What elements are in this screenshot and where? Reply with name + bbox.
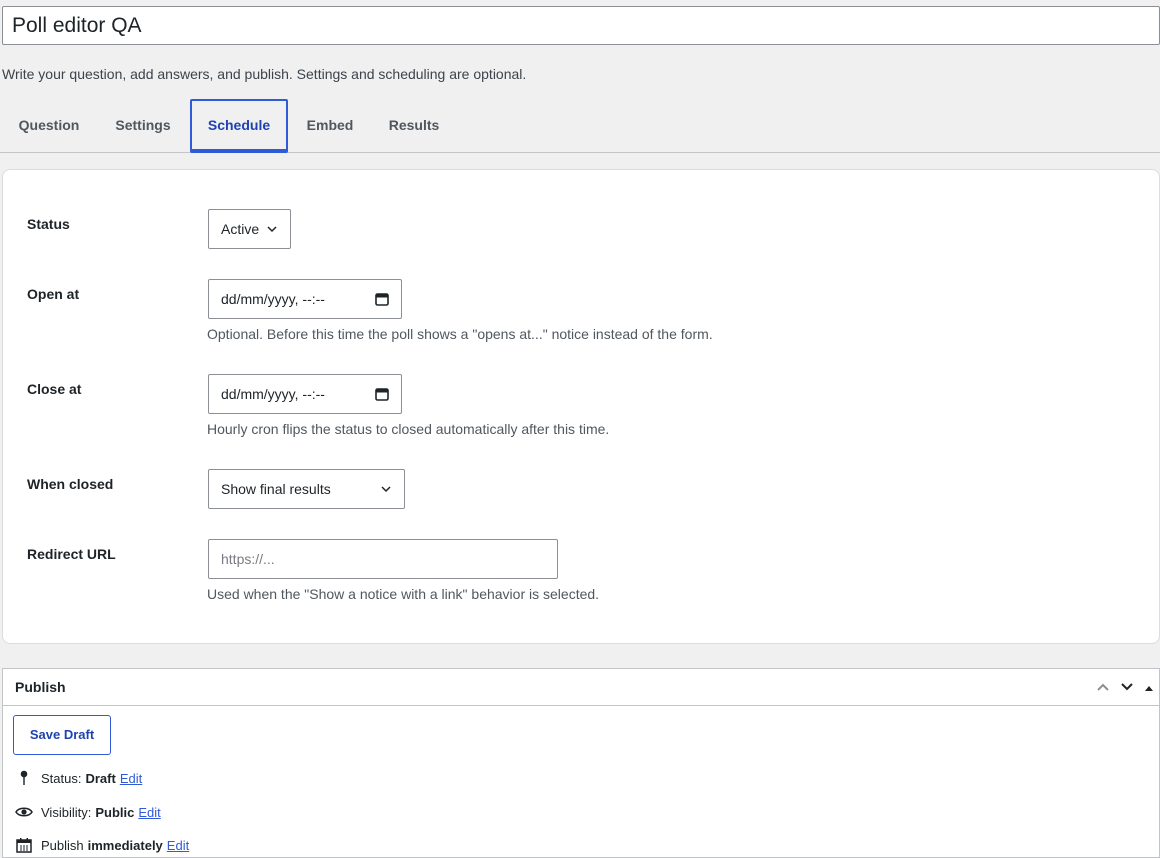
publish-box-controls	[1095, 680, 1155, 699]
status-select[interactable]: Active	[208, 209, 291, 249]
visibility-edit-link[interactable]: Edit	[138, 805, 160, 820]
publish-value-text: immediately	[87, 837, 163, 853]
tab-question[interactable]: Question	[16, 99, 82, 153]
status-select-value: Active	[221, 221, 260, 237]
close-at-hint: Hourly cron flips the status to closed a…	[207, 421, 610, 437]
tab-settings[interactable]: Settings	[112, 99, 174, 153]
calendar-icon	[15, 836, 33, 854]
tab-embed[interactable]: Embed	[303, 99, 357, 153]
status-value-text: Draft	[85, 770, 116, 786]
caret-up-icon[interactable]	[1143, 681, 1155, 699]
status-edit-link[interactable]: Edit	[120, 771, 142, 786]
calendar-picker-icon[interactable]	[375, 387, 389, 401]
open-at-value: dd/mm/yyyy, --:--	[221, 291, 325, 307]
when-closed-select[interactable]: Show final results	[208, 469, 405, 509]
publish-schedule-row: Publish immediately Edit	[15, 836, 189, 854]
tab-bar: Question Settings Schedule Embed Results	[0, 99, 1160, 153]
when-closed-value: Show final results	[221, 481, 331, 497]
redirect-url-input[interactable]: https://...	[208, 539, 558, 579]
redirect-url-label: Redirect URL	[27, 546, 116, 562]
chevron-down-icon[interactable]	[1119, 680, 1135, 699]
publish-box: Publish Save Draft Status: Draft Edit Vi…	[2, 668, 1160, 858]
open-at-datetime-input[interactable]: dd/mm/yyyy, --:--	[208, 279, 402, 319]
open-at-label: Open at	[27, 286, 80, 302]
close-at-label: Close at	[27, 381, 82, 397]
publish-visibility-row: Visibility: Public Edit	[15, 803, 161, 821]
chevron-up-icon[interactable]	[1095, 680, 1111, 699]
pin-icon	[15, 769, 33, 787]
visibility-label-text: Visibility:	[41, 804, 92, 820]
visibility-value-text: Public	[95, 804, 135, 820]
tab-schedule[interactable]: Schedule	[190, 99, 288, 153]
close-at-datetime-input[interactable]: dd/mm/yyyy, --:--	[208, 374, 402, 414]
publish-edit-link[interactable]: Edit	[167, 838, 189, 853]
publish-box-title: Publish	[15, 679, 66, 695]
close-at-value: dd/mm/yyyy, --:--	[221, 386, 325, 402]
publish-label-text: Publish	[41, 837, 84, 853]
when-closed-label: When closed	[27, 476, 114, 492]
save-draft-button[interactable]: Save Draft	[13, 715, 111, 755]
chevron-down-icon	[267, 226, 277, 233]
status-label: Status	[27, 216, 70, 232]
open-at-hint: Optional. Before this time the poll show…	[207, 326, 713, 342]
redirect-url-hint: Used when the "Show a notice with a link…	[207, 586, 600, 602]
page-description: Write your question, add answers, and pu…	[2, 66, 527, 82]
schedule-panel: Status Active Open at dd/mm/yyyy, --:-- …	[2, 169, 1160, 644]
redirect-url-placeholder: https://...	[221, 551, 275, 567]
calendar-picker-icon[interactable]	[375, 292, 389, 306]
chevron-down-icon	[381, 486, 391, 493]
eye-icon	[15, 803, 33, 821]
tab-results[interactable]: Results	[386, 99, 442, 153]
publish-status-row: Status: Draft Edit	[15, 769, 142, 787]
publish-box-header: Publish	[3, 669, 1159, 706]
poll-title-input[interactable]: Poll editor QA	[2, 6, 1160, 45]
status-label-text: Status:	[41, 770, 82, 786]
